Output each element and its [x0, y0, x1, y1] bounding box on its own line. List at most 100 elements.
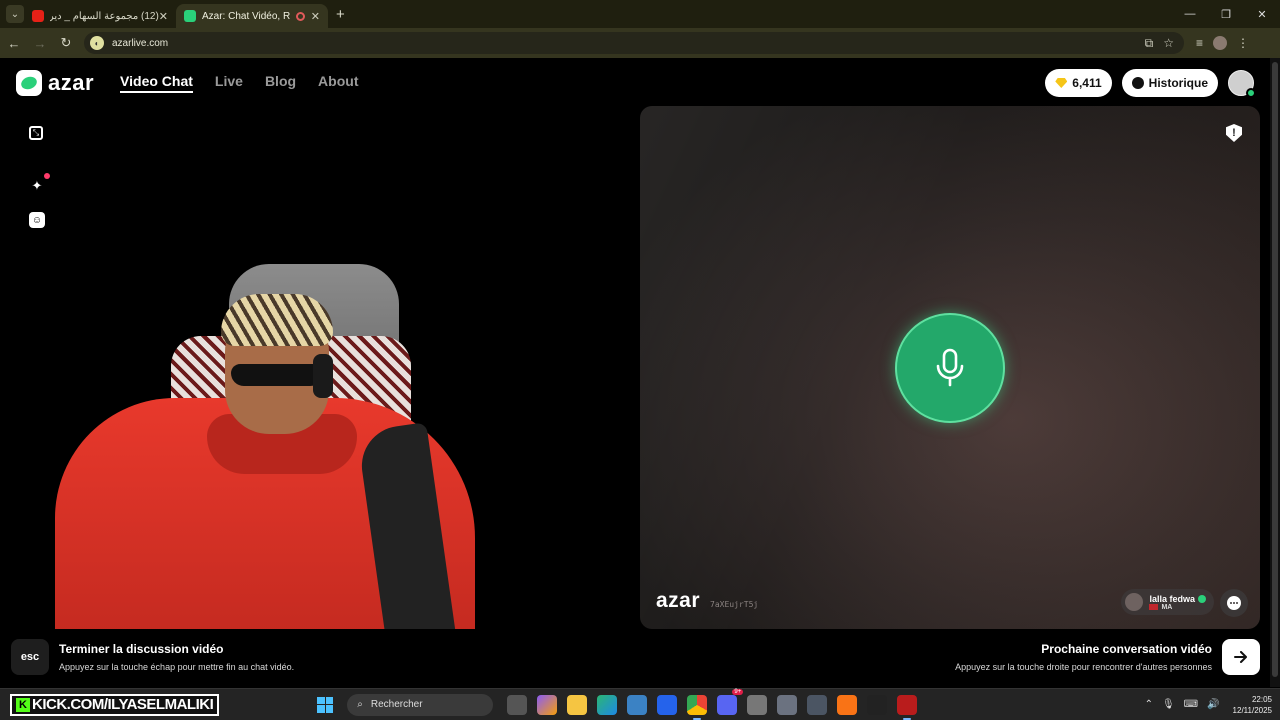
volume-icon[interactable]: 🔊	[1207, 699, 1219, 710]
edge-icon[interactable]	[597, 694, 618, 715]
esc-key-button[interactable]: esc	[11, 639, 49, 675]
arrow-right-icon	[1234, 651, 1247, 663]
recording-indicator-icon	[295, 11, 305, 21]
peer-video-panel: ! azar 7aXEujrT5j lalla fedwa MA	[640, 106, 1260, 629]
profile-avatar-icon[interactable]	[1213, 36, 1228, 50]
close-tab-icon[interactable]: ✕	[311, 10, 320, 23]
streaming-app-icon[interactable]	[897, 694, 918, 720]
clock-icon	[1131, 77, 1144, 89]
browser-menu-icon[interactable]: ⋮	[1237, 36, 1249, 50]
peer-info-chip[interactable]: lalla fedwa MA	[1121, 589, 1214, 615]
end-chat-hint: esc Terminer la discussion vidéo Appuyez…	[11, 639, 294, 675]
chat-bubble-icon	[1227, 596, 1241, 610]
steam-icon[interactable]	[807, 694, 828, 715]
reload-icon[interactable]: ↻	[54, 31, 78, 55]
network-icon[interactable]: ⌨	[1184, 699, 1198, 710]
user-avatar[interactable]	[1228, 70, 1256, 98]
minimize-icon[interactable]: —	[1172, 0, 1208, 28]
browser-tab-azar[interactable]: Azar: Chat Vidéo, Rencontres ✕	[176, 4, 328, 28]
chrome-icon[interactable]	[687, 694, 708, 720]
peer-country-row: MA	[1149, 604, 1206, 611]
effects-sparkle-icon[interactable]: ✦	[29, 173, 50, 194]
windows-start-icon[interactable]	[317, 696, 334, 713]
morocco-flag-icon	[1149, 604, 1159, 610]
watermark-logo: azar	[656, 589, 701, 612]
nav-video-chat[interactable]: Video Chat	[120, 73, 193, 93]
outlook-icon[interactable]	[657, 694, 678, 715]
nav-about[interactable]: About	[318, 73, 358, 93]
taskbar-apps: 9+	[507, 688, 918, 720]
clock-date: 12/11/2025	[1232, 705, 1272, 715]
install-app-icon[interactable]: ⧉	[1145, 36, 1154, 51]
clock-time: 22:05	[1251, 694, 1272, 704]
close-tab-icon[interactable]: ✕	[159, 10, 168, 23]
azar-favicon-icon	[184, 10, 196, 22]
url-field[interactable]: ◐ azarlive.com ⧉ ☆	[84, 32, 1184, 54]
gem-icon	[1055, 78, 1068, 88]
azar-page: azar Video Chat Live Blog About 6,411 Hi…	[0, 58, 1270, 687]
watermark-id: 7aXEujrT5j	[710, 600, 759, 609]
microphone-icon	[936, 348, 964, 387]
address-bar-row: ← → ↻ ◐ azarlive.com ⧉ ☆ ≡ ⋮	[0, 28, 1280, 58]
chevron-up-icon[interactable]: ⌃	[1145, 699, 1153, 710]
peer-avatar	[1125, 593, 1144, 611]
gems-balance-button[interactable]: 6,411	[1045, 69, 1112, 97]
tab-search-button[interactable]: ⌄	[6, 5, 24, 23]
history-button[interactable]: Historique	[1121, 69, 1218, 97]
end-chat-title: Terminer la discussion vidéo	[59, 642, 224, 656]
peer-name-row: lalla fedwa	[1149, 594, 1206, 604]
file-explorer-icon[interactable]	[567, 694, 588, 715]
search-placeholder: Rechercher	[370, 699, 423, 710]
peer-country: MA	[1161, 603, 1173, 611]
microsoft-store-icon[interactable]	[627, 694, 648, 715]
discord-badge: 9+	[732, 688, 744, 695]
scrollbar-thumb[interactable]	[1272, 62, 1278, 677]
site-info-icon[interactable]: ◐	[90, 36, 104, 50]
minimize-view-icon[interactable]: ⤡	[29, 126, 43, 140]
media-controls-icon[interactable]: ≡	[1196, 36, 1203, 50]
chat-button[interactable]	[1220, 589, 1248, 617]
azar-logo[interactable]: azar	[16, 70, 94, 96]
system-clock[interactable]: 22:05 12/11/2025	[1233, 694, 1272, 716]
gamepad-icon[interactable]	[777, 694, 798, 715]
report-shield-icon[interactable]: !	[1226, 124, 1242, 142]
nav-live[interactable]: Live	[215, 73, 243, 93]
logo-text: azar	[48, 70, 95, 95]
next-chat-hint: Prochaine conversation vidéo Appuyez sur…	[955, 639, 1260, 675]
next-chat-title: Prochaine conversation vidéo	[1041, 642, 1212, 656]
forward-arrow-icon[interactable]: →	[28, 31, 52, 55]
sunglasses	[231, 364, 323, 386]
kick-overlay-banner: K KICK.COM/ILYASELMALIKI	[10, 693, 220, 716]
next-chat-button[interactable]	[1222, 639, 1260, 675]
obs-icon[interactable]	[867, 694, 888, 715]
nav-blog[interactable]: Blog	[265, 73, 296, 93]
verified-icon	[1198, 594, 1206, 603]
close-window-icon[interactable]: ✕	[1244, 0, 1280, 28]
youtube-favicon-icon	[32, 10, 44, 22]
headphones	[313, 354, 333, 398]
kick-overlay-text: KICK.COM/ILYASELMALIKI	[32, 696, 214, 713]
screen-capture-icon[interactable]	[747, 694, 768, 715]
browser-tab-youtube[interactable]: (12) مجموعة السهام _ ديروني في ✕	[24, 4, 176, 28]
face-filter-icon[interactable]: ☺	[29, 212, 45, 228]
back-arrow-icon[interactable]: ←	[2, 31, 26, 55]
taskbar-search[interactable]: ⌕ Rechercher	[347, 693, 494, 716]
microphone-tray-icon[interactable]: 🎙	[1162, 699, 1175, 710]
azar-watermark: azar 7aXEujrT5j	[656, 589, 758, 613]
restore-icon[interactable]: ❐	[1208, 0, 1244, 28]
history-label: Historique	[1148, 76, 1208, 90]
main-nav: Video Chat Live Blog About	[120, 73, 358, 93]
end-chat-subtitle: Appuyez sur la touche échap pour mettre …	[59, 662, 295, 672]
self-video-panel: ⤡ ✦ ☺	[11, 106, 630, 629]
streamer-hair	[221, 294, 333, 346]
microphone-button[interactable]	[895, 313, 1005, 423]
task-view-icon[interactable]	[507, 694, 528, 715]
discord-icon[interactable]: 9+	[717, 688, 744, 715]
url-text: azarlive.com	[112, 37, 169, 49]
new-tab-button[interactable]: +	[336, 6, 345, 23]
copilot-icon[interactable]	[537, 694, 558, 715]
browser-tab-bar: ⌄ (12) مجموعة السهام _ ديروني في ✕ Azar:…	[0, 0, 1280, 28]
app-a-icon[interactable]	[837, 694, 858, 715]
tab-title: (12) مجموعة السهام _ ديروني في	[50, 10, 159, 22]
bookmark-star-icon[interactable]: ☆	[1163, 36, 1174, 51]
